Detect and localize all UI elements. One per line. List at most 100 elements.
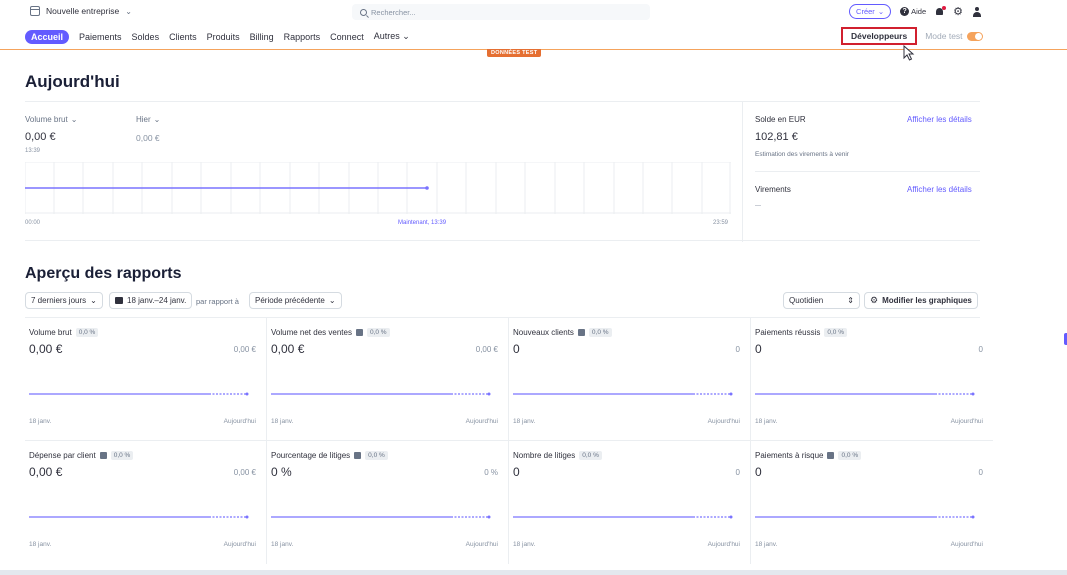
card-percent-badge: 0,0 %: [824, 328, 847, 337]
card-title: Volume net des ventes 0,0 %: [271, 328, 390, 337]
info-icon[interactable]: [577, 329, 585, 336]
nav-item-home[interactable]: Accueil: [25, 29, 70, 44]
test-data-badge: DONNÉES TEST: [487, 49, 542, 57]
developers-button[interactable]: Développeurs: [841, 27, 918, 45]
card-title-text: Volume brut: [29, 328, 72, 337]
card-previous-value: 0,00 €: [233, 345, 256, 354]
toggle-switch[interactable]: [966, 31, 983, 41]
card-title-text: Paiements réussis: [755, 328, 821, 337]
transfers-details-link[interactable]: Afficher les détails: [907, 185, 972, 194]
test-mode-toggle[interactable]: Mode test: [925, 31, 983, 41]
notification-bell-icon[interactable]: [935, 5, 947, 17]
report-card[interactable]: Paiements réussis 0,0 % 0 0 18 janv. Aujourd'…: [751, 318, 993, 441]
card-previous-value: 0: [735, 468, 740, 477]
updown-chevron-icon: ⇕: [847, 296, 854, 305]
card-value: 0: [513, 342, 520, 356]
sparkline-end-point: [487, 515, 491, 519]
card-sparkline: [271, 515, 491, 519]
card-percent-badge: 0,0 %: [75, 328, 99, 337]
range-select[interactable]: 7 derniers jours ⌄: [25, 292, 103, 309]
info-icon[interactable]: [99, 452, 107, 459]
card-axis-start: 18 janv.: [271, 541, 294, 548]
interval-select[interactable]: Quotidien ⇕: [783, 292, 860, 309]
axis-start-label: 00:00: [25, 220, 41, 226]
help-icon: ?: [900, 7, 910, 16]
card-value: 0: [755, 342, 762, 356]
card-value: 0: [755, 465, 762, 479]
nav-item-customers[interactable]: Clients: [169, 30, 197, 44]
business-icon: [30, 6, 40, 16]
balance-description: Estimation des virements à venir: [755, 151, 849, 158]
report-card[interactable]: Volume brut 0,0 % 0,00 € 0,00 € 18 janv. Aujo…: [25, 318, 267, 441]
interval-label: Quotidien: [789, 296, 824, 305]
card-axis-end: Aujourd'hui: [223, 418, 256, 425]
info-icon[interactable]: [827, 452, 835, 459]
yesterday-label: Hier: [136, 115, 151, 124]
sparkline-end-point: [245, 515, 249, 519]
nav-item-products[interactable]: Produits: [207, 30, 240, 44]
yesterday-selector[interactable]: Hier ⌄: [136, 115, 160, 124]
axis-now-label: Maintenant, 13:39: [398, 220, 447, 226]
chevron-down-icon: ⌄: [153, 115, 161, 124]
report-cards-grid: Volume brut 0,0 % 0,00 €0,00 €18 janv. Aujo…: [25, 317, 993, 564]
today-panel: Volume brut ⌄ 0,00 € 13:39 Hier ⌄ 0,00 €: [25, 101, 980, 242]
card-title-text: Volume net des ventes: [271, 328, 352, 337]
nav-item-more-label: Autres: [373, 31, 400, 41]
gear-icon[interactable]: ⚙: [953, 6, 963, 17]
business-switcher[interactable]: Nouvelle entreprise ⌄: [30, 6, 132, 16]
report-card[interactable]: Dépense par client 0,0 % 0,00 € 0,00 € 18 ja…: [25, 441, 267, 564]
balance-details-link[interactable]: Afficher les détails: [907, 115, 972, 124]
card-previous-value: 0 %: [484, 468, 498, 477]
date-range-picker[interactable]: 18 janv.–24 janv.: [109, 292, 193, 309]
report-card[interactable]: Nouveaux clients 0,0 % 0 0 18 janv. Aujourd'h…: [509, 318, 751, 441]
top-bar: Nouvelle entreprise ⌄ Rechercher... Crée…: [0, 0, 1067, 26]
card-title-text: Dépense par client: [29, 451, 96, 460]
card-axis-end: Aujourd'hui: [950, 418, 983, 425]
compare-select[interactable]: Période précédente ⌄: [249, 292, 342, 309]
balance-value: 102,81 €: [755, 131, 798, 143]
card-title: Dépense par client 0,0 %: [29, 451, 134, 460]
report-card[interactable]: Paiements à risque 0,0 % 0 0 18 janv. Aujourd…: [751, 441, 993, 564]
card-value: 0,00 €: [271, 342, 305, 356]
modify-charts-button[interactable]: ⚙ Modifier les graphiques: [864, 292, 978, 309]
card-sparkline: [513, 392, 733, 396]
report-card[interactable]: Nombre de litiges 0,0 % 0 0 18 janv. Aujourd'…: [509, 441, 751, 564]
sparkline-end-point: [729, 392, 733, 396]
card-title: Paiements réussis 0,0 %: [755, 328, 847, 337]
search-icon: [360, 8, 367, 16]
user-icon[interactable]: [972, 6, 982, 17]
card-sparkline: [29, 392, 249, 396]
nav-item-reports[interactable]: Rapports: [284, 30, 321, 44]
nav-item-payments[interactable]: Paiements: [79, 30, 122, 44]
card-title: Nouveaux clients 0,0 %: [513, 328, 612, 337]
card-axis-start: 18 janv.: [755, 541, 778, 548]
info-icon[interactable]: [355, 329, 363, 336]
card-axis-start: 18 janv.: [513, 541, 536, 548]
card-axis-end: Aujourd'hui: [707, 418, 740, 425]
page-title: Aujourd'hui: [25, 72, 120, 91]
nav-item-connect[interactable]: Connect: [330, 30, 364, 44]
nav-item-billing[interactable]: Billing: [250, 30, 274, 44]
card-previous-value: 0: [735, 345, 740, 354]
card-sparkline: [755, 392, 975, 396]
today-chart-area: Volume brut ⌄ 0,00 € 13:39 Hier ⌄ 0,00 €: [25, 102, 743, 242]
card-axis-start: 18 janv.: [271, 418, 294, 425]
report-card[interactable]: Volume net des ventes 0,0 % 0,00 € 0,00 € 18…: [267, 318, 509, 441]
transfers-label: Virements: [755, 185, 791, 194]
range-label: 7 derniers jours: [31, 296, 87, 305]
card-title: Volume brut 0,0 %: [29, 328, 99, 337]
help-button[interactable]: ? Aide: [900, 7, 926, 16]
info-icon[interactable]: [354, 452, 362, 459]
report-card[interactable]: Pourcentage de litiges 0,0 % 0 % 0 % 18 janv…: [267, 441, 509, 564]
search-input[interactable]: Rechercher...: [352, 4, 650, 20]
gross-volume-selector[interactable]: Volume brut ⌄: [25, 115, 77, 124]
card-title-text: Pourcentage de litiges: [271, 451, 351, 460]
horizontal-scrollbar[interactable]: [0, 570, 1067, 575]
card-axis-end: Aujourd'hui: [465, 541, 498, 548]
create-button[interactable]: Créer ⌄: [849, 4, 892, 19]
nav-item-balances[interactable]: Soldes: [132, 30, 160, 44]
balance-label: Solde en EUR: [755, 115, 806, 124]
nav-item-more[interactable]: Autres ⌄: [374, 29, 410, 44]
card-sparkline: [755, 515, 975, 519]
card-sparkline: [513, 515, 733, 519]
